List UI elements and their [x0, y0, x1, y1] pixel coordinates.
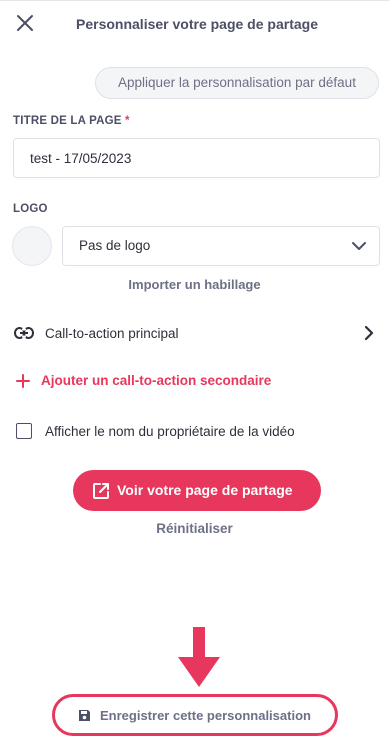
chevron-down-icon	[352, 242, 366, 250]
view-share-page-button[interactable]: Voir votre page de partage	[73, 470, 321, 511]
save-icon	[79, 710, 90, 721]
page-title-label: TITRE DE LA PAGE *	[13, 115, 130, 127]
page-title-label-text: TITRE DE LA PAGE	[13, 115, 122, 127]
add-secondary-cta-label: Ajouter un call-to-action secondaire	[41, 373, 272, 388]
logo-preview	[12, 226, 52, 266]
required-mark: *	[125, 115, 130, 127]
apply-default-button[interactable]: Appliquer la personnalisation par défaut	[95, 67, 379, 99]
panel-header: Personnaliser votre page de partage	[0, 0, 389, 48]
logo-label: LOGO	[13, 203, 48, 215]
panel-title: Personnaliser votre page de partage	[76, 16, 318, 32]
arrow-down-icon	[178, 627, 220, 687]
link-icon	[14, 327, 34, 339]
primary-cta-row[interactable]: Call-to-action principal	[12, 322, 380, 346]
show-owner-checkbox[interactable]	[16, 423, 32, 439]
close-icon[interactable]	[14, 12, 36, 34]
logo-select[interactable]: Pas de logo	[62, 226, 380, 266]
chevron-right-icon	[364, 325, 374, 341]
plus-icon	[16, 374, 30, 388]
logo-select-value: Pas de logo	[79, 238, 151, 253]
reset-link[interactable]: Réinitialiser	[0, 521, 389, 536]
page-title-input[interactable]	[13, 138, 380, 178]
save-customization-label: Enregistrer cette personnalisation	[100, 708, 311, 723]
show-owner-label: Afficher le nom du propriétaire de la vi…	[45, 424, 295, 439]
view-share-page-label: Voir votre page de partage	[117, 482, 293, 498]
external-link-icon	[93, 483, 109, 499]
import-skin-link[interactable]: Importer un habillage	[0, 277, 389, 292]
primary-cta-label: Call-to-action principal	[45, 326, 179, 341]
